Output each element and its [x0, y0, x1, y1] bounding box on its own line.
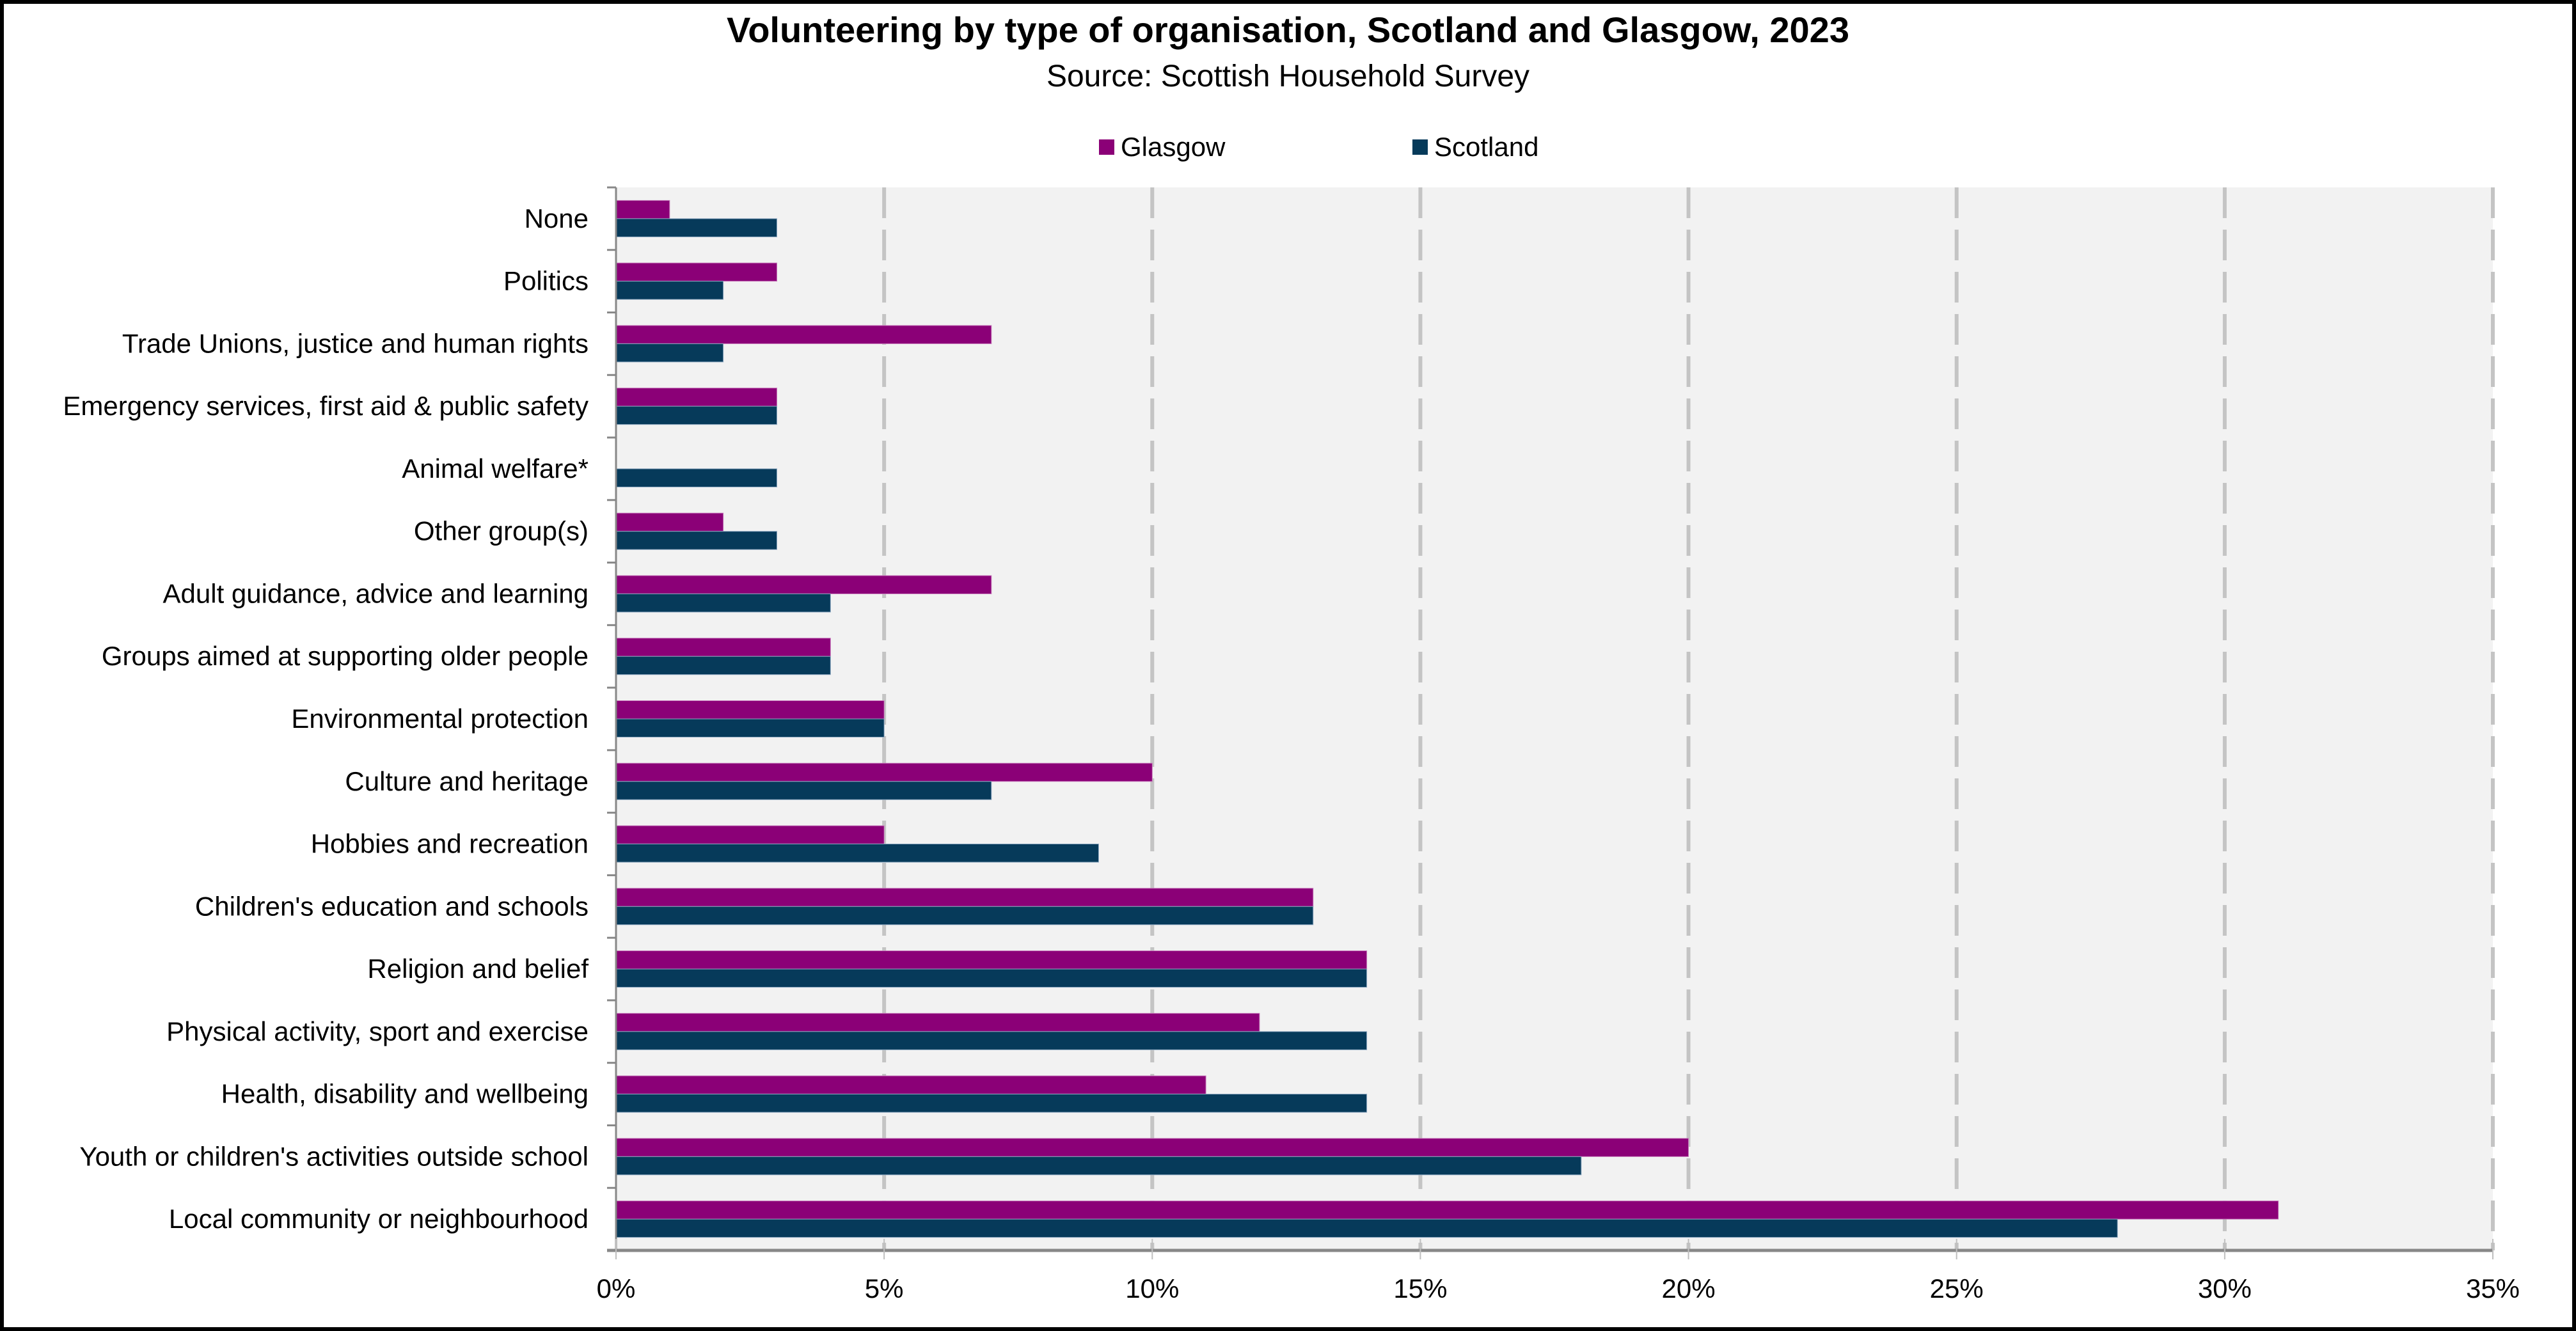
bar-scotland: [615, 281, 724, 300]
bar-scotland: [615, 343, 724, 363]
bar-scotland: [615, 468, 777, 487]
bar-glasgow: [615, 1075, 1206, 1095]
bar-scotland: [615, 593, 831, 613]
category-label: Physical activity, sport and exercise: [166, 1016, 589, 1046]
bar-scotland: [615, 406, 777, 425]
x-tick-label: 35%: [2466, 1273, 2520, 1303]
bar-glasgow: [615, 1012, 1260, 1032]
bar-scotland: [615, 1031, 1368, 1050]
category-label: Children's education and schools: [195, 891, 589, 921]
category-label: Culture and heritage: [345, 766, 589, 796]
category-label: Youth or children's activities outside s…: [79, 1141, 589, 1171]
bar-scotland: [615, 531, 777, 550]
x-tick-label: 20%: [1662, 1273, 1716, 1303]
category-label: Groups aimed at supporting older people: [102, 641, 589, 671]
category-label: Trade Unions, justice and human rights: [122, 328, 589, 358]
bar-glasgow: [615, 762, 1153, 782]
bar-glasgow: [615, 1138, 1689, 1157]
category-label: Health, disability and wellbeing: [221, 1079, 589, 1109]
category-label: Environmental protection: [291, 704, 589, 734]
x-tick-label: 0%: [597, 1273, 636, 1303]
x-tick-label: 15%: [1393, 1273, 1447, 1303]
bar-glasgow: [615, 888, 1314, 907]
bar-glasgow: [615, 700, 885, 720]
bar-scotland: [615, 781, 992, 800]
category-label: None: [525, 203, 589, 233]
bar-glasgow: [615, 825, 885, 845]
bar-glasgow: [615, 388, 777, 407]
category-label: Hobbies and recreation: [311, 829, 589, 859]
bar-glasgow: [615, 512, 724, 532]
bar-scotland: [615, 218, 777, 237]
bar-scotland: [615, 844, 1099, 863]
category-label: Other group(s): [414, 516, 589, 546]
category-label: Religion and belief: [367, 954, 589, 984]
bar-scotland: [615, 1156, 1582, 1176]
bar-glasgow: [615, 200, 670, 219]
category-label: Emergency services, first aid & public s…: [63, 391, 589, 421]
category-label: Adult guidance, advice and learning: [163, 578, 589, 608]
x-tick-label: 25%: [1930, 1273, 1984, 1303]
category-label: Local community or neighbourhood: [169, 1204, 589, 1234]
bar-scotland: [615, 718, 885, 737]
x-tick-label: 30%: [2198, 1273, 2252, 1303]
bar-glasgow: [615, 575, 992, 594]
category-label: Animal welfare*: [402, 453, 589, 484]
bar-glasgow: [615, 262, 777, 282]
bar-glasgow: [615, 638, 831, 657]
bar-scotland: [615, 1094, 1368, 1113]
x-tick-label: 5%: [865, 1273, 904, 1303]
bar-glasgow: [615, 325, 992, 344]
bar-scotland: [615, 1218, 2118, 1238]
bar-scotland: [615, 906, 1314, 925]
bar-glasgow: [615, 950, 1368, 970]
category-label: Politics: [503, 266, 589, 296]
bar-chart: None Politics Trade Unions, justice and hu…: [63, 186, 2520, 1303]
bar-scotland: [615, 968, 1368, 988]
bar-scotland: [615, 656, 831, 675]
x-tick-label: 10%: [1125, 1273, 1179, 1303]
bar-glasgow: [615, 1201, 2279, 1220]
